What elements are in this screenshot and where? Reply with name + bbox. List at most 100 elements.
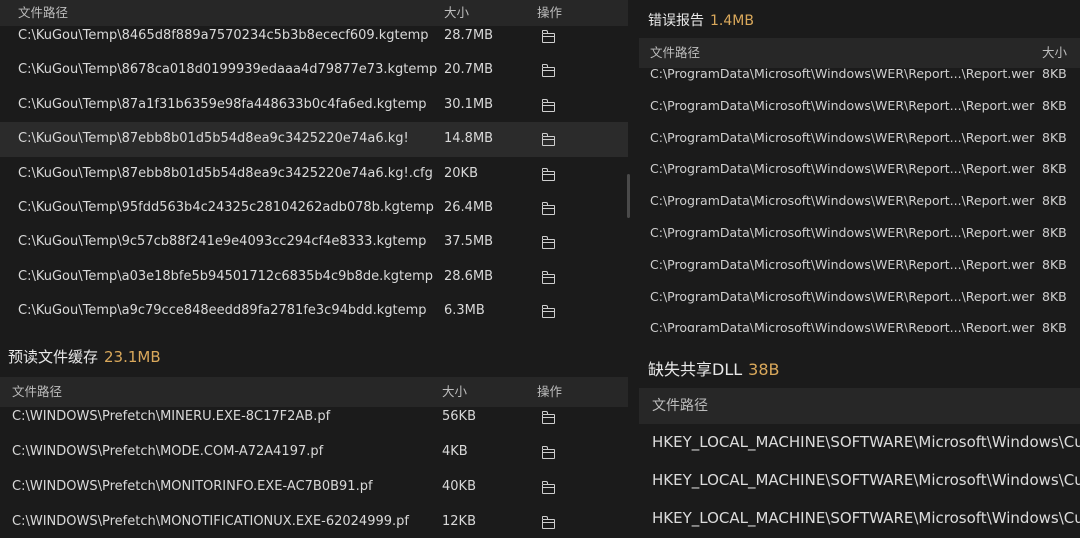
table-row[interactable]: C:\ProgramData\Microsoft\Windows\WER\Rep… [639, 58, 1080, 90]
file-path: C:\WINDOWS\Prefetch\MONOTIFICATIONUX.EXE… [12, 514, 409, 529]
table-row[interactable]: C:\WINDOWS\Prefetch\MONOTIFICATIONUX.EXE… [0, 504, 628, 538]
file-path: C:\ProgramData\Microsoft\Windows\WER\Rep… [650, 161, 1035, 177]
folder-icon[interactable] [541, 270, 555, 284]
table-row[interactable]: C:\ProgramData\Microsoft\Windows\WER\Rep… [639, 281, 1080, 313]
prefetch-panel: 文件路径 大小 操作 C:\WINDOWS\Prefetch\MINERU.EX… [0, 377, 628, 538]
folder-icon[interactable] [541, 133, 555, 147]
file-size: 8KB [1042, 161, 1067, 177]
table-row[interactable]: C:\ProgramData\Microsoft\Windows\WER\Rep… [639, 185, 1080, 217]
file-size: 12KB [442, 514, 476, 529]
table-row[interactable]: C:\KuGou\Temp\8465d8f889a7570234c5b3b8ec… [0, 19, 628, 53]
file-size: 56KB [442, 409, 476, 424]
folder-icon[interactable] [541, 64, 555, 78]
folder-icon[interactable] [541, 98, 555, 112]
file-path: HKEY_LOCAL_MACHINE\SOFTWARE\Microsoft\Wi… [652, 509, 1080, 527]
file-size: 28.7MB [444, 28, 494, 43]
table-row[interactable]: C:\KuGou\Temp\a03e18bfe5b94501712c6835b4… [0, 260, 628, 294]
table-row[interactable]: C:\WINDOWS\Prefetch\MODE.COM-A72A4197.pf… [0, 434, 628, 469]
folder-icon[interactable] [541, 236, 555, 250]
file-size: 8KB [1042, 225, 1067, 240]
missing-dll-panel: 文件路径 HKEY_LOCAL_MACHINE\SOFTWARE\Microso… [639, 388, 1080, 538]
file-size: 28.6MB [444, 268, 494, 284]
table-row[interactable]: C:\KuGou\Temp\87ebb8b01d5b54d8ea9c342522… [0, 157, 628, 191]
table-row[interactable]: HKEY_LOCAL_MACHINE\SOFTWARE\Microsoft\Wi… [639, 499, 1080, 537]
file-path: C:\ProgramData\Microsoft\Windows\WER\Rep… [650, 66, 1035, 81]
file-size: 40KB [442, 479, 476, 494]
kugou-temp-panel: 文件路径 大小 操作 C:\KuGou\Temp\8465d8f889a7570… [0, 0, 628, 318]
file-size: 8KB [1042, 129, 1067, 145]
file-path: C:\KuGou\Temp\95fdd563b4c24325c28104262a… [18, 200, 434, 215]
file-path: C:\WINDOWS\Prefetch\MODE.COM-A72A4197.pf [12, 444, 324, 459]
file-path: C:\KuGou\Temp\8678ca018d0199939edaaa4d79… [18, 62, 438, 78]
folder-icon[interactable] [541, 446, 555, 459]
file-path: C:\KuGou\Temp\a03e18bfe5b94501712c6835b4… [18, 268, 434, 284]
folder-icon[interactable] [541, 202, 555, 215]
folder-icon[interactable] [541, 411, 555, 424]
file-path: C:\ProgramData\Microsoft\Windows\WER\Rep… [650, 256, 1035, 272]
folder-icon[interactable] [541, 167, 555, 181]
table-row[interactable]: C:\KuGou\Temp\87a1f31b6359e98fa448633b0c… [0, 88, 628, 122]
file-path: C:\KuGou\Temp\87ebb8b01d5b54d8ea9c342522… [18, 131, 409, 147]
table-row[interactable]: C:\KuGou\Temp\8678ca018d0199939edaaa4d79… [0, 53, 628, 87]
file-path: HKEY_LOCAL_MACHINE\SOFTWARE\Microsoft\Wi… [652, 471, 1080, 489]
table-row[interactable]: C:\WINDOWS\Prefetch\MINERU.EXE-8C17F2AB.… [0, 399, 628, 434]
error-report-panel: 文件路径 大小 C:\ProgramData\Microsoft\Windows… [639, 38, 1080, 332]
file-size: 8KB [1042, 288, 1067, 304]
file-path: C:\ProgramData\Microsoft\Windows\WER\Rep… [650, 320, 1035, 332]
table-row[interactable]: C:\ProgramData\Microsoft\Windows\WER\Rep… [639, 153, 1080, 185]
prefetch-title: 预读文件缓存 23.1MB [8, 346, 161, 367]
table-row[interactable]: HKEY_LOCAL_MACHINE\SOFTWARE\Microsoft\Wi… [639, 423, 1080, 461]
table-row[interactable]: C:\ProgramData\Microsoft\Windows\WER\Rep… [639, 122, 1080, 154]
file-size: 20.7MB [444, 62, 494, 78]
file-size: 8KB [1042, 320, 1067, 332]
kugou-scrollbar[interactable] [627, 174, 630, 218]
dll-table-header: 文件路径 [639, 388, 1080, 424]
file-path: C:\KuGou\Temp\87a1f31b6359e98fa448633b0c… [18, 96, 427, 112]
file-size: 14.8MB [444, 131, 494, 147]
table-row[interactable]: C:\WINDOWS\Prefetch\MONITORINFO.EXE-AC7B… [0, 469, 628, 504]
table-row[interactable]: C:\KuGou\Temp\9c57cb88f241e9e4093cc294cf… [0, 225, 628, 259]
table-row[interactable]: C:\ProgramData\Microsoft\Windows\WER\Rep… [639, 312, 1080, 332]
table-row[interactable]: C:\ProgramData\Microsoft\Windows\WER\Rep… [639, 249, 1080, 281]
file-size: 6.3MB [444, 303, 485, 318]
file-size: 20KB [444, 165, 478, 181]
table-row[interactable]: C:\KuGou\Temp\a9c79cce848eedd89fa2781fe3… [0, 294, 628, 318]
file-size: 8KB [1042, 97, 1067, 113]
folder-icon[interactable] [541, 305, 555, 318]
prefetch-title-text: 预读文件缓存 [8, 348, 99, 366]
file-path: C:\ProgramData\Microsoft\Windows\WER\Rep… [650, 97, 1035, 113]
file-path: C:\WINDOWS\Prefetch\MONITORINFO.EXE-AC7B… [12, 479, 373, 494]
file-path: C:\KuGou\Temp\8465d8f889a7570234c5b3b8ec… [18, 28, 429, 43]
file-path: HKEY_LOCAL_MACHINE\SOFTWARE\Microsoft\Wi… [652, 433, 1080, 451]
file-path: C:\KuGou\Temp\87ebb8b01d5b54d8ea9c342522… [18, 165, 433, 181]
file-size: 8KB [1042, 256, 1067, 272]
file-path: C:\WINDOWS\Prefetch\MINERU.EXE-8C17F2AB.… [12, 409, 331, 424]
file-path: C:\KuGou\Temp\9c57cb88f241e9e4093cc294cf… [18, 234, 427, 250]
table-row[interactable]: HKEY_LOCAL_MACHINE\SOFTWARE\Microsoft\Wi… [639, 461, 1080, 499]
missing-dll-title-text: 缺失共享DLL [648, 360, 743, 379]
file-size: 30.1MB [444, 96, 494, 112]
error-report-size: 1.4MB [710, 13, 754, 29]
error-report-title-text: 错误报告 [648, 13, 704, 29]
file-size: 37.5MB [444, 234, 494, 250]
folder-icon[interactable] [541, 516, 555, 529]
folder-icon[interactable] [541, 30, 555, 43]
file-path: C:\ProgramData\Microsoft\Windows\WER\Rep… [650, 129, 1035, 145]
table-row[interactable]: C:\KuGou\Temp\95fdd563b4c24325c28104262a… [0, 191, 628, 225]
file-size: 4KB [442, 444, 468, 459]
file-size: 26.4MB [444, 200, 494, 215]
missing-dll-title: 缺失共享DLL 38B [648, 356, 780, 380]
table-row[interactable]: C:\KuGou\Temp\87ebb8b01d5b54d8ea9c342522… [0, 122, 628, 157]
file-size: 8KB [1042, 193, 1067, 209]
error-report-title: 错误报告 1.4MB [648, 10, 754, 30]
folder-icon[interactable] [541, 481, 555, 494]
file-path: C:\KuGou\Temp\a9c79cce848eedd89fa2781fe3… [18, 303, 427, 318]
table-row[interactable]: C:\ProgramData\Microsoft\Windows\WER\Rep… [639, 217, 1080, 249]
file-path: C:\ProgramData\Microsoft\Windows\WER\Rep… [650, 288, 1035, 304]
table-row[interactable]: C:\ProgramData\Microsoft\Windows\WER\Rep… [639, 90, 1080, 122]
file-path: C:\ProgramData\Microsoft\Windows\WER\Rep… [650, 225, 1035, 240]
prefetch-size: 23.1MB [104, 348, 161, 366]
file-path: C:\ProgramData\Microsoft\Windows\WER\Rep… [650, 193, 1035, 209]
header-path: 文件路径 [652, 398, 708, 414]
missing-dll-size: 38B [748, 360, 780, 379]
